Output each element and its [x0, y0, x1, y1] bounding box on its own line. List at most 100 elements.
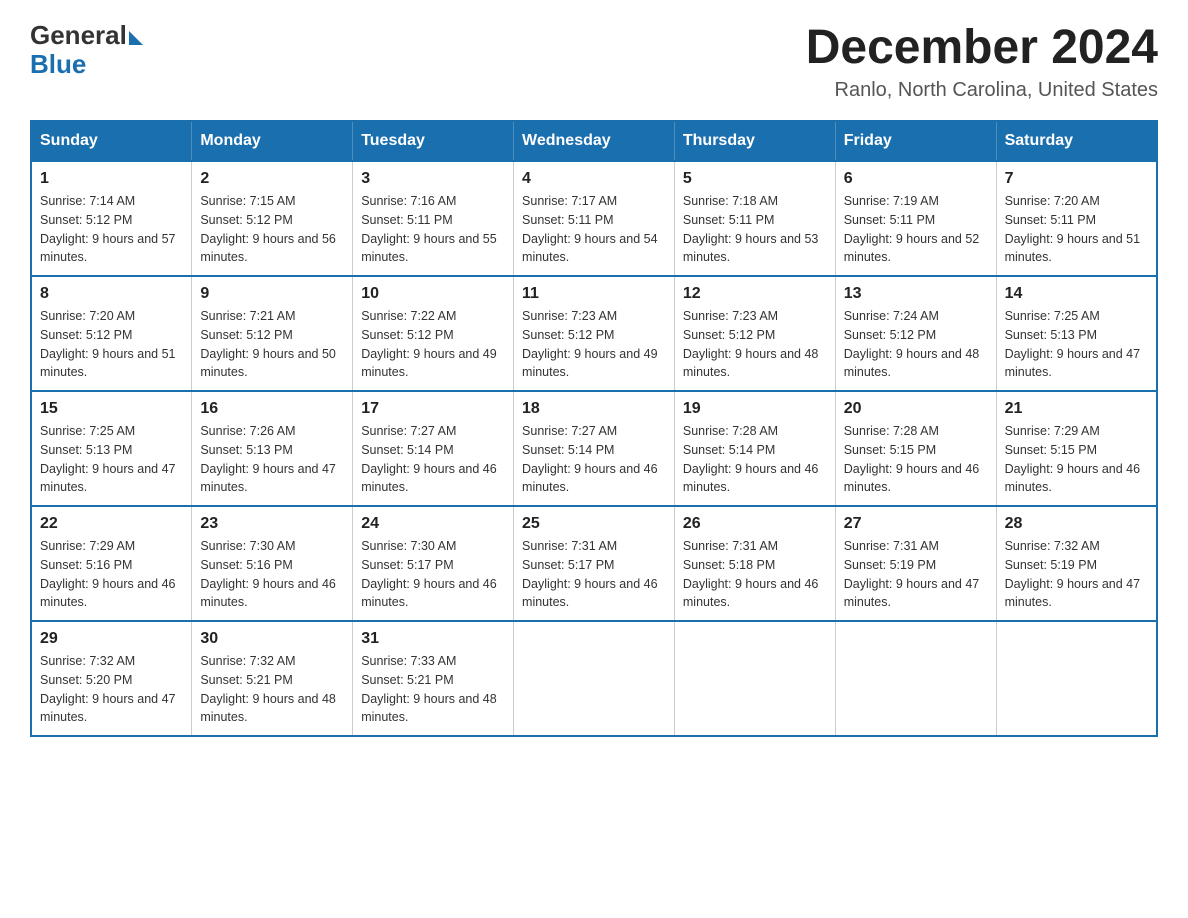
day-info: Sunrise: 7:25 AMSunset: 5:13 PMDaylight:… [1005, 307, 1148, 382]
day-number: 3 [361, 170, 505, 188]
day-number: 16 [200, 400, 344, 418]
day-number: 24 [361, 515, 505, 533]
calendar-cell: 26Sunrise: 7:31 AMSunset: 5:18 PMDayligh… [674, 506, 835, 621]
day-number: 14 [1005, 285, 1148, 303]
day-info: Sunrise: 7:26 AMSunset: 5:13 PMDaylight:… [200, 422, 344, 497]
day-info: Sunrise: 7:33 AMSunset: 5:21 PMDaylight:… [361, 652, 505, 727]
calendar-cell [835, 621, 996, 736]
logo: General Blue [30, 20, 143, 80]
calendar-cell: 25Sunrise: 7:31 AMSunset: 5:17 PMDayligh… [514, 506, 675, 621]
day-info: Sunrise: 7:20 AMSunset: 5:12 PMDaylight:… [40, 307, 183, 382]
day-number: 12 [683, 285, 827, 303]
calendar-cell: 23 Sunrise: 7:30 AMSunset: 5:16 PMDayligh… [192, 506, 353, 621]
calendar-cell: 28 Sunrise: 7:32 AMSunset: 5:19 PMDayligh… [996, 506, 1157, 621]
calendar-cell: 31 Sunrise: 7:33 AMSunset: 5:21 PMDayligh… [353, 621, 514, 736]
day-number: 1 [40, 170, 183, 188]
day-number: 13 [844, 285, 988, 303]
day-info: Sunrise: 7:30 AMSunset: 5:17 PMDaylight:… [361, 537, 505, 612]
day-number: 2 [200, 170, 344, 188]
day-info: Sunrise: 7:32 AMSunset: 5:20 PMDaylight:… [40, 652, 183, 727]
day-info: Sunrise: 7:17 AMSunset: 5:11 PMDaylight:… [522, 192, 666, 267]
day-info: Sunrise: 7:16 AMSunset: 5:11 PMDaylight:… [361, 192, 505, 267]
day-number: 8 [40, 285, 183, 303]
day-number: 27 [844, 515, 988, 533]
day-number: 23 [200, 515, 344, 533]
weekday-header-monday: Monday [192, 121, 353, 161]
calendar-cell: 27 Sunrise: 7:31 AMSunset: 5:19 PMDayligh… [835, 506, 996, 621]
day-number: 25 [522, 515, 666, 533]
day-number: 30 [200, 630, 344, 648]
weekday-header-sunday: Sunday [31, 121, 192, 161]
day-info: Sunrise: 7:24 AMSunset: 5:12 PMDaylight:… [844, 307, 988, 382]
calendar-cell: 14 Sunrise: 7:25 AMSunset: 5:13 PMDayligh… [996, 276, 1157, 391]
location-subtitle: Ranlo, North Carolina, United States [806, 79, 1158, 102]
weekday-header-tuesday: Tuesday [353, 121, 514, 161]
day-number: 5 [683, 170, 827, 188]
weekday-header-friday: Friday [835, 121, 996, 161]
day-info: Sunrise: 7:32 AMSunset: 5:19 PMDaylight:… [1005, 537, 1148, 612]
day-info: Sunrise: 7:20 AMSunset: 5:11 PMDaylight:… [1005, 192, 1148, 267]
calendar-cell: 8 Sunrise: 7:20 AMSunset: 5:12 PMDaylight… [31, 276, 192, 391]
calendar-table: SundayMondayTuesdayWednesdayThursdayFrid… [30, 120, 1158, 737]
calendar-cell: 3 Sunrise: 7:16 AMSunset: 5:11 PMDaylight… [353, 161, 514, 276]
title-block: December 2024 Ranlo, North Carolina, Uni… [806, 20, 1158, 102]
day-number: 6 [844, 170, 988, 188]
day-info: Sunrise: 7:22 AMSunset: 5:12 PMDaylight:… [361, 307, 505, 382]
calendar-cell: 16 Sunrise: 7:26 AMSunset: 5:13 PMDayligh… [192, 391, 353, 506]
day-info: Sunrise: 7:27 AMSunset: 5:14 PMDaylight:… [522, 422, 666, 497]
day-info: Sunrise: 7:30 AMSunset: 5:16 PMDaylight:… [200, 537, 344, 612]
day-info: Sunrise: 7:23 AMSunset: 5:12 PMDaylight:… [522, 307, 666, 382]
page-header: General Blue December 2024 Ranlo, North … [30, 20, 1158, 102]
calendar-week-row: 29 Sunrise: 7:32 AMSunset: 5:20 PMDayligh… [31, 621, 1157, 736]
day-number: 11 [522, 285, 666, 303]
logo-blue-text: Blue [30, 49, 86, 80]
calendar-cell: 12Sunrise: 7:23 AMSunset: 5:12 PMDayligh… [674, 276, 835, 391]
calendar-cell: 4Sunrise: 7:17 AMSunset: 5:11 PMDaylight… [514, 161, 675, 276]
calendar-cell: 17 Sunrise: 7:27 AMSunset: 5:14 PMDayligh… [353, 391, 514, 506]
day-info: Sunrise: 7:28 AMSunset: 5:14 PMDaylight:… [683, 422, 827, 497]
weekday-header-wednesday: Wednesday [514, 121, 675, 161]
calendar-cell: 22 Sunrise: 7:29 AMSunset: 5:16 PMDayligh… [31, 506, 192, 621]
calendar-cell: 10 Sunrise: 7:22 AMSunset: 5:12 PMDayligh… [353, 276, 514, 391]
calendar-cell: 2Sunrise: 7:15 AMSunset: 5:12 PMDaylight… [192, 161, 353, 276]
day-info: Sunrise: 7:27 AMSunset: 5:14 PMDaylight:… [361, 422, 505, 497]
calendar-cell: 20 Sunrise: 7:28 AMSunset: 5:15 PMDayligh… [835, 391, 996, 506]
day-info: Sunrise: 7:29 AMSunset: 5:16 PMDaylight:… [40, 537, 183, 612]
day-info: Sunrise: 7:29 AMSunset: 5:15 PMDaylight:… [1005, 422, 1148, 497]
calendar-week-row: 1Sunrise: 7:14 AMSunset: 5:12 PMDaylight… [31, 161, 1157, 276]
day-number: 15 [40, 400, 183, 418]
calendar-cell: 11 Sunrise: 7:23 AMSunset: 5:12 PMDayligh… [514, 276, 675, 391]
weekday-header-thursday: Thursday [674, 121, 835, 161]
day-number: 17 [361, 400, 505, 418]
calendar-cell: 13 Sunrise: 7:24 AMSunset: 5:12 PMDayligh… [835, 276, 996, 391]
month-year-title: December 2024 [806, 20, 1158, 75]
calendar-cell: 30 Sunrise: 7:32 AMSunset: 5:21 PMDayligh… [192, 621, 353, 736]
day-info: Sunrise: 7:25 AMSunset: 5:13 PMDaylight:… [40, 422, 183, 497]
day-number: 31 [361, 630, 505, 648]
weekday-header-row: SundayMondayTuesdayWednesdayThursdayFrid… [31, 121, 1157, 161]
day-number: 29 [40, 630, 183, 648]
calendar-cell: 24 Sunrise: 7:30 AMSunset: 5:17 PMDayligh… [353, 506, 514, 621]
calendar-week-row: 8 Sunrise: 7:20 AMSunset: 5:12 PMDaylight… [31, 276, 1157, 391]
weekday-header-saturday: Saturday [996, 121, 1157, 161]
calendar-cell: 5Sunrise: 7:18 AMSunset: 5:11 PMDaylight… [674, 161, 835, 276]
day-number: 22 [40, 515, 183, 533]
day-info: Sunrise: 7:19 AMSunset: 5:11 PMDaylight:… [844, 192, 988, 267]
day-number: 28 [1005, 515, 1148, 533]
day-info: Sunrise: 7:31 AMSunset: 5:19 PMDaylight:… [844, 537, 988, 612]
logo-general-text: General [30, 20, 127, 51]
calendar-cell: 18 Sunrise: 7:27 AMSunset: 5:14 PMDayligh… [514, 391, 675, 506]
day-info: Sunrise: 7:32 AMSunset: 5:21 PMDaylight:… [200, 652, 344, 727]
calendar-cell [674, 621, 835, 736]
day-number: 21 [1005, 400, 1148, 418]
day-number: 20 [844, 400, 988, 418]
day-info: Sunrise: 7:28 AMSunset: 5:15 PMDaylight:… [844, 422, 988, 497]
logo-arrow-icon [129, 31, 143, 45]
calendar-cell: 9Sunrise: 7:21 AMSunset: 5:12 PMDaylight… [192, 276, 353, 391]
day-number: 19 [683, 400, 827, 418]
day-number: 18 [522, 400, 666, 418]
day-number: 10 [361, 285, 505, 303]
calendar-cell: 1Sunrise: 7:14 AMSunset: 5:12 PMDaylight… [31, 161, 192, 276]
calendar-cell: 6 Sunrise: 7:19 AMSunset: 5:11 PMDaylight… [835, 161, 996, 276]
day-info: Sunrise: 7:31 AMSunset: 5:18 PMDaylight:… [683, 537, 827, 612]
